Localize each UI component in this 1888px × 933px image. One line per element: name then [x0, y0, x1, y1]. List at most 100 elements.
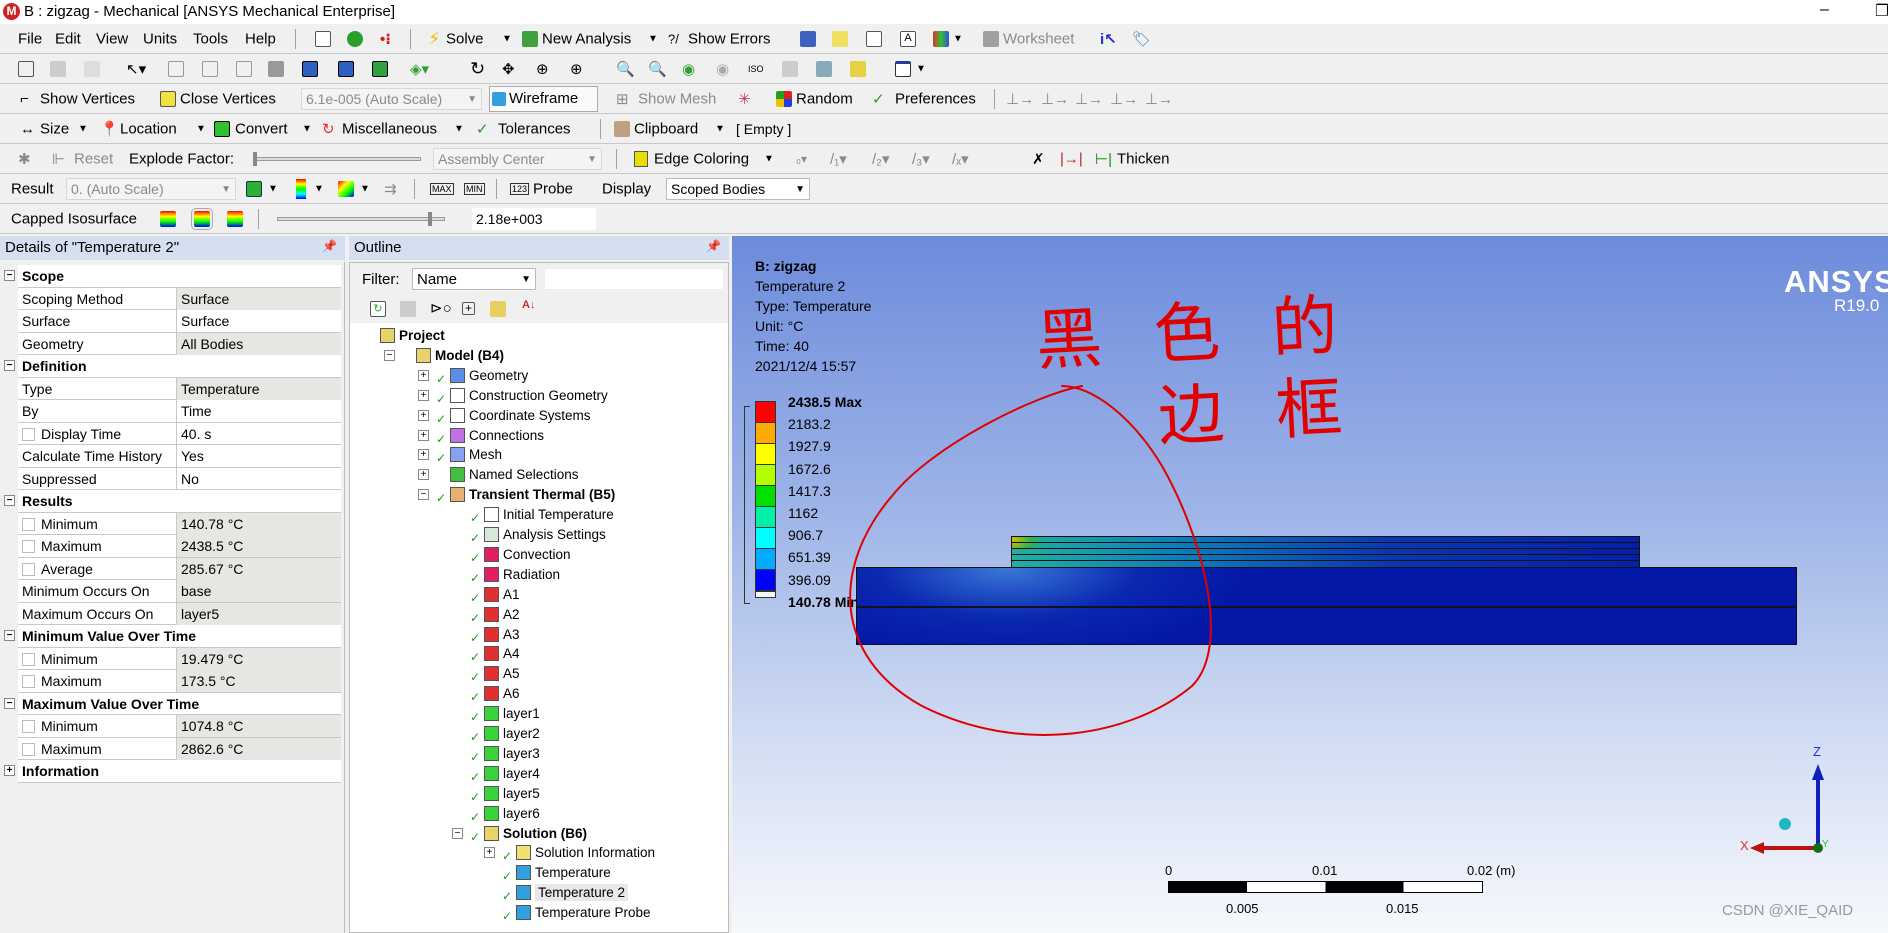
tree-item[interactable]: ✓ Radiation: [470, 565, 560, 585]
details-value[interactable]: Temperature: [176, 377, 341, 400]
text-box-icon[interactable]: A: [900, 30, 916, 47]
sort-az-icon[interactable]: A↓: [522, 299, 535, 311]
reset-button[interactable]: Reset: [74, 150, 113, 167]
details-row[interactable]: Maximum 2438.5 °C: [18, 535, 341, 558]
next-view-icon[interactable]: ◉: [716, 60, 729, 78]
details-value[interactable]: 40. s: [176, 422, 341, 445]
details-row[interactable]: Minimum 19.479 °C: [18, 647, 341, 670]
tree-item[interactable]: ✓ layer6: [470, 804, 540, 824]
tree-item[interactable]: − Model (B4): [384, 346, 504, 366]
previous-view-icon[interactable]: ◉: [682, 60, 695, 78]
edge-coloring-button[interactable]: Edge Coloring: [654, 150, 749, 167]
edge-direction-icon[interactable]: ⊥→: [1110, 90, 1138, 108]
clipboard-dropdown-icon[interactable]: ▼: [715, 123, 725, 134]
expand-icon[interactable]: +: [484, 847, 495, 859]
details-value[interactable]: 1074.8 °C: [176, 715, 341, 737]
details-row[interactable]: Maximum 2862.6 °C: [18, 737, 341, 760]
vertex-select-icon[interactable]: [168, 60, 184, 77]
view-icon[interactable]: [816, 60, 832, 77]
details-category[interactable]: − Maximum Value Over Time: [4, 692, 341, 715]
menu-tools[interactable]: Tools: [193, 30, 228, 47]
contour-icon[interactable]: [296, 178, 306, 199]
details-value[interactable]: layer5: [176, 602, 341, 625]
explode-slider-handle[interactable]: [253, 151, 257, 166]
result-scale-select[interactable]: 0. (Auto Scale) ▼: [66, 177, 236, 200]
viewport-layout-icon[interactable]: [895, 60, 911, 77]
parameter-checkbox[interactable]: [22, 675, 35, 688]
connect-icon[interactable]: •⁝: [380, 30, 391, 48]
size-button[interactable]: Size: [40, 120, 69, 137]
tolerances-button[interactable]: Tolerances: [498, 120, 571, 137]
viewport-dropdown-icon[interactable]: ▼: [916, 63, 926, 74]
tree-item[interactable]: + ✓ Coordinate Systems: [418, 406, 591, 426]
new-analysis-dropdown-icon[interactable]: ▼: [648, 33, 658, 44]
coordinate-select-icon[interactable]: [84, 60, 100, 77]
location-button[interactable]: Location: [120, 120, 177, 137]
cap-below-icon[interactable]: [160, 210, 176, 227]
tree-item[interactable]: ✓ Temperature Probe: [502, 903, 651, 923]
image-icon[interactable]: [933, 30, 949, 47]
contour-dropdown-icon[interactable]: ▼: [314, 183, 324, 194]
rotate-icon[interactable]: ↻: [470, 58, 485, 79]
text-annotation-icon[interactable]: [832, 30, 848, 47]
details-category[interactable]: − Definition: [4, 355, 341, 378]
show-vertices-button[interactable]: Show Vertices: [40, 90, 135, 107]
max-icon[interactable]: MAX: [430, 182, 454, 195]
expand-icon[interactable]: +: [418, 369, 429, 381]
refresh-icon[interactable]: ↻: [370, 301, 386, 317]
node-select-icon[interactable]: [302, 60, 318, 77]
isosurface-slider-handle[interactable]: [428, 211, 432, 226]
select-mode-icon[interactable]: ↖▾: [126, 60, 146, 78]
isosurface-slider[interactable]: [277, 216, 445, 221]
collapse-icon[interactable]: −: [4, 360, 15, 371]
edge-3-icon[interactable]: /₃▾: [912, 150, 930, 168]
select-point-icon[interactable]: [50, 60, 66, 77]
collapse-icon[interactable]: −: [384, 349, 395, 361]
details-row[interactable]: Calculate Time History Yes: [18, 445, 341, 468]
details-value[interactable]: Surface: [176, 310, 341, 332]
random-colors-button[interactable]: Random: [796, 90, 853, 107]
edge-1-icon[interactable]: /₁▾: [830, 150, 847, 168]
edge-select-icon[interactable]: [202, 60, 218, 77]
show-mesh-button[interactable]: Show Mesh: [638, 90, 716, 107]
chart-icon[interactable]: [866, 30, 882, 47]
graphics-viewport[interactable]: B: zigzag Temperature 2 Type: Temperatur…: [732, 236, 1888, 933]
restore-button[interactable]: ❐: [1875, 1, 1888, 21]
details-value[interactable]: 2862.6 °C: [176, 737, 341, 760]
tree-item[interactable]: ✓ layer1: [470, 704, 540, 724]
parameter-checkbox[interactable]: [22, 720, 35, 733]
tree-item[interactable]: ✓ layer5: [470, 784, 540, 804]
edges-icon[interactable]: [338, 180, 354, 197]
hide-body-icon[interactable]: [782, 60, 798, 77]
tree-item[interactable]: − ✓ Solution (B6): [452, 824, 587, 844]
tree-item[interactable]: ✓ Analysis Settings: [470, 525, 606, 545]
tree-item[interactable]: − ✓ Transient Thermal (B5): [418, 485, 615, 505]
expand-icon[interactable]: +: [418, 389, 429, 401]
edge-coloring-dropdown-icon[interactable]: ▼: [764, 153, 774, 164]
extend-selection-icon[interactable]: ◈▾: [410, 60, 429, 78]
details-value[interactable]: Yes: [176, 445, 341, 467]
expand-icon[interactable]: +: [4, 765, 15, 776]
geometry-view-dropdown-icon[interactable]: ▼: [268, 183, 278, 194]
expand-icon[interactable]: +: [418, 469, 429, 481]
selection-info-icon[interactable]: i↖: [1100, 30, 1117, 48]
pin-icon[interactable]: 📌: [322, 239, 337, 253]
details-value[interactable]: 285.67 °C: [176, 557, 341, 580]
parameter-checkbox[interactable]: [22, 517, 35, 531]
parameter-checkbox[interactable]: [22, 540, 35, 553]
menu-help[interactable]: Help: [245, 30, 276, 47]
tree-item[interactable]: ✓ Convection: [470, 545, 571, 565]
edge-direction-icon[interactable]: ⊥→: [1145, 90, 1173, 108]
clipboard-button[interactable]: Clipboard: [634, 120, 698, 137]
details-row[interactable]: Minimum 1074.8 °C: [18, 715, 341, 738]
collapse-icon[interactable]: −: [4, 495, 15, 506]
thin-edge-icon[interactable]: ✗: [1032, 150, 1045, 168]
details-row[interactable]: Average 285.67 °C: [18, 557, 341, 580]
collapse-icon[interactable]: −: [4, 270, 15, 281]
tree-item[interactable]: ✓ Initial Temperature: [470, 505, 614, 525]
folder-icon[interactable]: [490, 301, 506, 317]
vertex-scale-select[interactable]: 6.1e-005 (Auto Scale) ▼: [301, 87, 482, 110]
details-row[interactable]: Type Temperature: [18, 377, 341, 400]
details-value[interactable]: 2438.5 °C: [176, 535, 341, 557]
details-row[interactable]: Display Time 40. s: [18, 422, 341, 445]
